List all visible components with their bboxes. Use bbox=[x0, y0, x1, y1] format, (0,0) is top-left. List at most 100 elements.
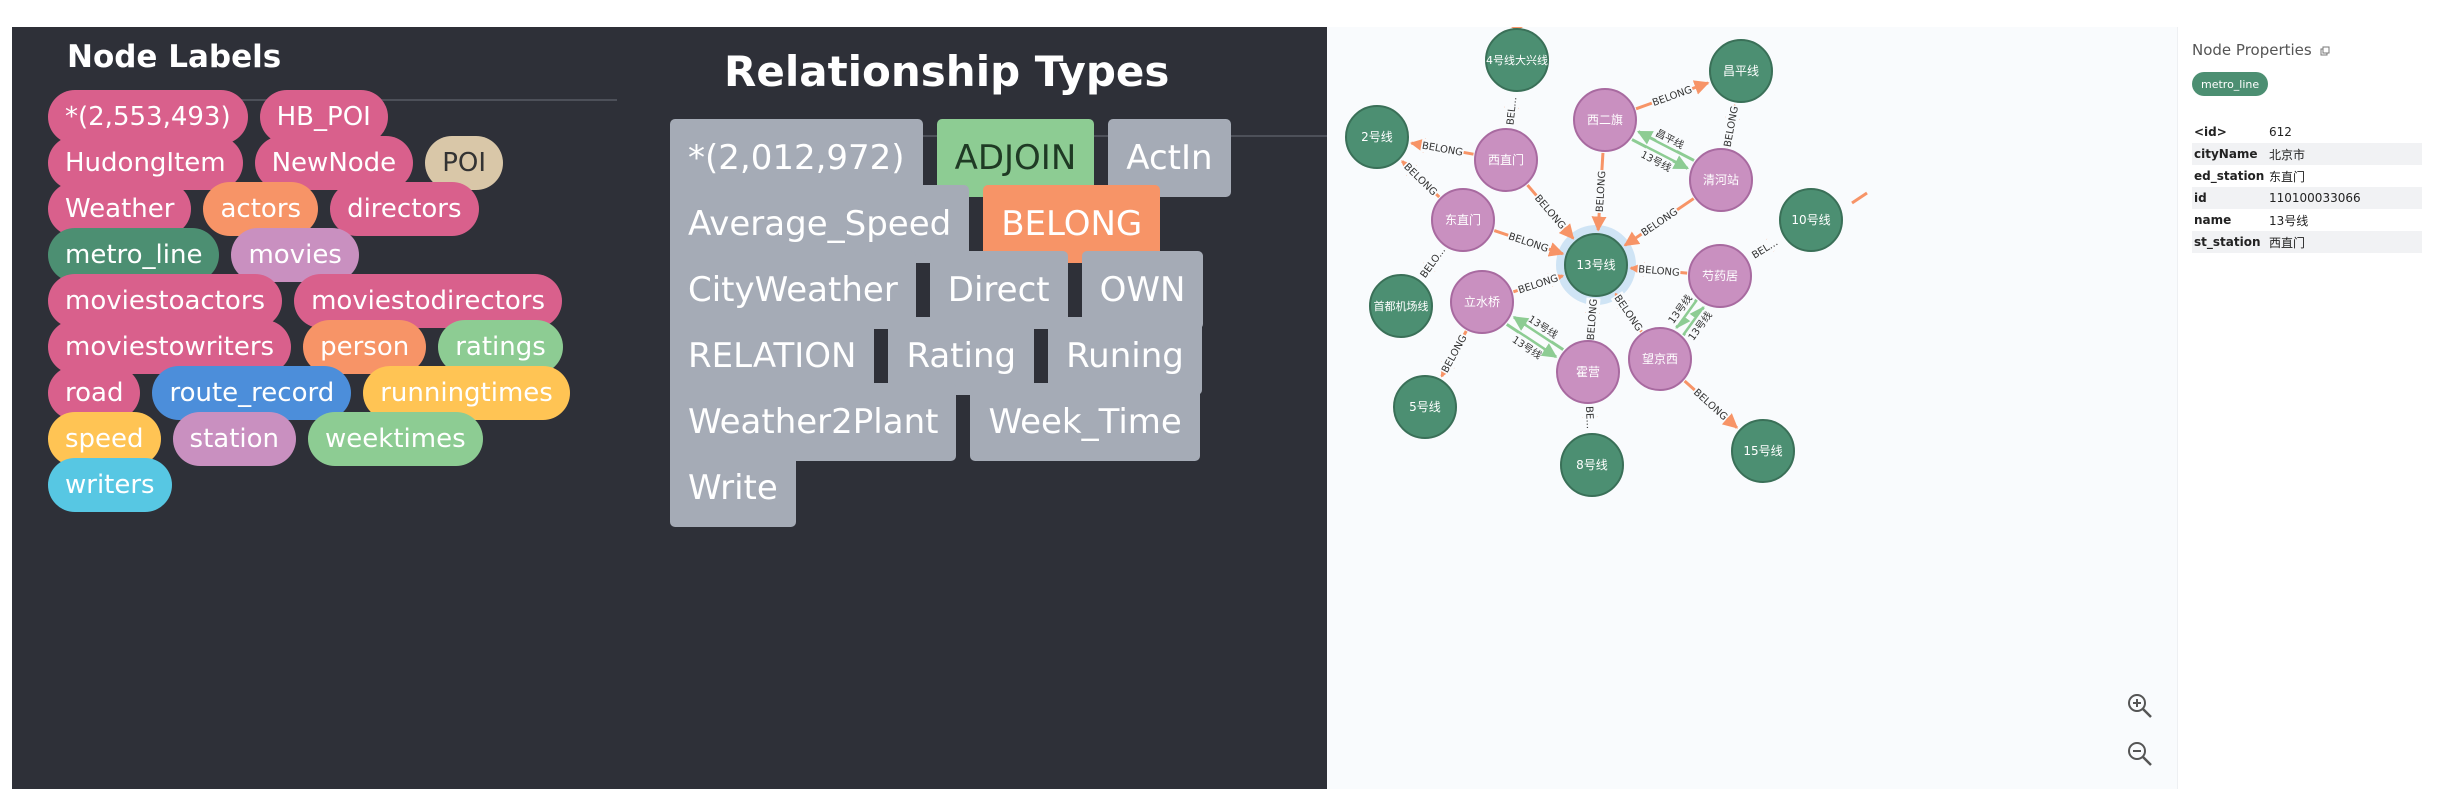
node-caption: 望京西 bbox=[1642, 352, 1678, 366]
zoom-in-button[interactable] bbox=[2125, 691, 2165, 731]
edge-label-group: BELONG bbox=[1690, 384, 1732, 424]
graph-edge-belong[interactable]: BELONG bbox=[1437, 330, 1471, 378]
graph-edge-belong[interactable]: BELONG bbox=[1493, 228, 1565, 257]
edge-label: BELONG bbox=[1401, 162, 1439, 199]
edge-label-group: BELONG bbox=[1583, 297, 1601, 342]
property-row: cityName 北京市 bbox=[2192, 143, 2422, 165]
node-caption: 东直门 bbox=[1445, 212, 1481, 227]
graph-node-metro-line[interactable]: 15号线 bbox=[1731, 419, 1795, 483]
node-caption: 5号线 bbox=[1409, 400, 1441, 414]
property-row: id 110100033066 bbox=[2192, 187, 2422, 209]
edge-label-group: BEL... bbox=[1502, 88, 1521, 134]
property-row: <id> 612 bbox=[2192, 121, 2422, 143]
node-caption: 昌平线 bbox=[1723, 64, 1759, 78]
property-value: 北京市 bbox=[2269, 147, 2306, 162]
zoom-out-button[interactable] bbox=[2125, 739, 2165, 779]
graph-node-metro-line[interactable]: 8号线 bbox=[1560, 433, 1624, 497]
graph-edge-belong[interactable]: BELONG bbox=[1591, 152, 1609, 232]
node-label-badge[interactable]: metro_line bbox=[2192, 72, 2269, 96]
edge-label: BELONG bbox=[1532, 193, 1567, 232]
graph-edge-belong[interactable]: BEL... bbox=[1502, 88, 1521, 134]
edge-label-group: BELONG bbox=[1400, 159, 1442, 200]
graph-edge-belong[interactable]: BELONG bbox=[1512, 270, 1565, 298]
zoom-in-icon bbox=[2128, 694, 2152, 718]
node-label-writers[interactable]: writers bbox=[48, 458, 172, 512]
edge-label-group: BEL... bbox=[1742, 231, 1787, 266]
graph-node-station[interactable]: 立水桥 bbox=[1450, 270, 1514, 334]
graph-node-metro-line[interactable]: 10号线 bbox=[1779, 188, 1843, 252]
graph-node-metro-line[interactable]: 13号线 bbox=[1564, 233, 1628, 297]
graph-node-metro-line[interactable]: 昌平线 bbox=[1709, 39, 1773, 103]
property-key: name bbox=[2194, 213, 2232, 227]
graph-edge-belong[interactable]: BELONG bbox=[1629, 261, 1688, 280]
node-properties-title: Node Properties bbox=[2192, 41, 2330, 59]
relationship-type-write[interactable]: Write bbox=[670, 449, 796, 527]
node-label-station[interactable]: station bbox=[172, 412, 297, 466]
graph-node-metro-line[interactable]: 4号线大兴线 bbox=[1485, 28, 1549, 92]
graph-node-station[interactable]: 东直门 bbox=[1431, 188, 1495, 252]
node-labels-panel: Node Labels *(2,553,493) HB_POI HudongItem… bbox=[12, 27, 662, 789]
node-caption: 立水桥 bbox=[1464, 294, 1500, 309]
node-caption: 首都机场线 bbox=[1374, 299, 1429, 313]
graph-edge-belong[interactable]: BE... bbox=[1582, 398, 1598, 437]
property-key: ed_station bbox=[2194, 169, 2265, 183]
graph-edge-belong[interactable]: BELONG bbox=[1610, 291, 1647, 335]
edge-label: BELONG bbox=[1723, 105, 1741, 148]
graph-node-station[interactable]: 芍药居 bbox=[1688, 244, 1752, 308]
node-caption: 2号线 bbox=[1361, 130, 1393, 144]
property-value: 东直门 bbox=[2269, 169, 2306, 184]
copy-icon[interactable] bbox=[2320, 46, 2330, 56]
relationship-types-panel: Relationship Types *(2,012,972) ADJOIN Act… bbox=[662, 27, 1327, 789]
graph-edge-belong[interactable]: BELONG bbox=[1400, 159, 1442, 200]
property-row: st_station 西直门 bbox=[2192, 231, 2422, 253]
graph-node-metro-line[interactable]: 5号线 bbox=[1393, 375, 1457, 439]
edge-label-group: BELONG bbox=[1531, 190, 1570, 233]
node-caption: 西直门 bbox=[1488, 152, 1524, 167]
graph-node-station[interactable]: 望京西 bbox=[1628, 327, 1692, 391]
node-caption: 4号线大兴线 bbox=[1486, 53, 1548, 67]
edge-label: BE... bbox=[1583, 406, 1595, 429]
property-key: st_station bbox=[2194, 235, 2261, 249]
graph-node-station[interactable]: 清河站 bbox=[1689, 148, 1753, 212]
relationship-types-title: Relationship Types bbox=[724, 47, 1170, 96]
node-caption: 西二旗 bbox=[1587, 112, 1623, 127]
edge-label-group: BELONG bbox=[1649, 81, 1695, 110]
edge-label-group: BELONG bbox=[1505, 228, 1552, 256]
graph-node-station[interactable]: 西直门 bbox=[1474, 128, 1538, 192]
graph-edge-belong[interactable]: BELONG bbox=[1683, 379, 1739, 429]
node-caption: 10号线 bbox=[1791, 213, 1830, 227]
edge-label-group: BELONG bbox=[1515, 270, 1561, 298]
edge-label: BEL... bbox=[1505, 96, 1519, 125]
property-key: cityName bbox=[2194, 147, 2258, 161]
graph-edge-belong[interactable]: BELONG bbox=[1526, 184, 1575, 240]
graph-edge-belong[interactable]: BELONG bbox=[1720, 103, 1742, 149]
node-label-weektimes[interactable]: weektimes bbox=[308, 412, 483, 466]
graph-edge-belong[interactable]: BELONG bbox=[1409, 138, 1474, 160]
graph-canvas[interactable]: BEL... BELONG BELONG BELONG BELONG 13号线 昌平线 BEL… bbox=[1327, 27, 2177, 789]
graph-svg[interactable]: BEL...BELONGBELONGBELONGBELONG13号线昌平线 BEL… bbox=[1327, 27, 2177, 789]
relationship-type-week-time[interactable]: Week_Time bbox=[970, 383, 1200, 461]
graph-edge-belong[interactable]: BELONG bbox=[1635, 80, 1710, 111]
node-caption: 霍营 bbox=[1576, 365, 1600, 379]
offscreen-edge-right bbox=[1851, 191, 1868, 205]
edge-label-group: BELONG bbox=[1637, 204, 1682, 240]
graph-edge-belong[interactable]: BEL... bbox=[1742, 231, 1787, 266]
edge-label-group: BELONG bbox=[1437, 331, 1471, 376]
edge-label: BELONG bbox=[1421, 141, 1464, 159]
graph-edge-belong[interactable]: BELONG bbox=[1583, 297, 1601, 342]
graph-edge-belong[interactable]: BELONG bbox=[1623, 197, 1695, 247]
node-label-directors[interactable]: directors bbox=[330, 182, 479, 236]
edge-label: BELONG bbox=[1638, 264, 1680, 279]
graph-node-station[interactable]: 霍营 bbox=[1556, 340, 1620, 404]
zoom-out-icon bbox=[2128, 742, 2152, 766]
graph-node-station[interactable]: 西二旗 bbox=[1573, 88, 1637, 152]
node-properties-panel: Node Properties metro_line <id> 612 cityNa… bbox=[2177, 27, 2437, 789]
graph-node-metro-line[interactable]: 2号线 bbox=[1345, 105, 1409, 169]
edge-label-group: BELONG bbox=[1610, 291, 1647, 335]
property-row: name 13号线 bbox=[2192, 209, 2422, 231]
graph-node-metro-line[interactable]: 首都机场线 bbox=[1369, 274, 1433, 338]
edge-label-group: BELONG bbox=[1420, 138, 1465, 160]
property-key: id bbox=[2194, 191, 2207, 205]
node-caption: 清河站 bbox=[1703, 173, 1739, 187]
edge-label: BELONG bbox=[1651, 85, 1694, 109]
